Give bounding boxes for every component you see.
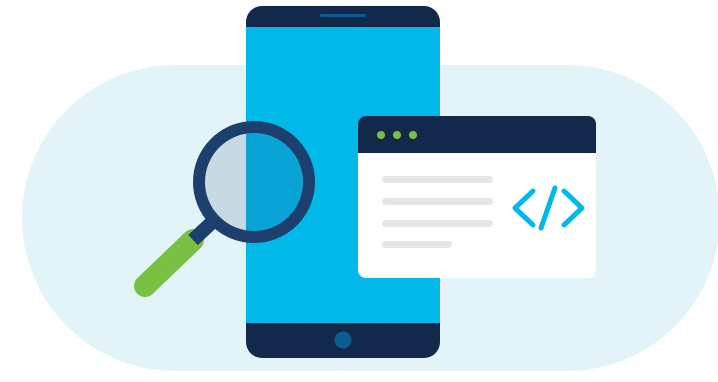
text-line-4 — [382, 241, 452, 248]
browser-dot-2 — [393, 131, 401, 139]
phone-speaker — [320, 14, 366, 17]
browser-dot-1 — [377, 131, 385, 139]
illustration-canvas — [22, 6, 718, 371]
text-line-3 — [382, 220, 493, 227]
text-line-1 — [382, 176, 493, 183]
text-line-2 — [382, 198, 493, 205]
browser-window-icon — [358, 116, 596, 278]
browser-dot-3 — [409, 131, 417, 139]
home-button — [334, 331, 352, 349]
